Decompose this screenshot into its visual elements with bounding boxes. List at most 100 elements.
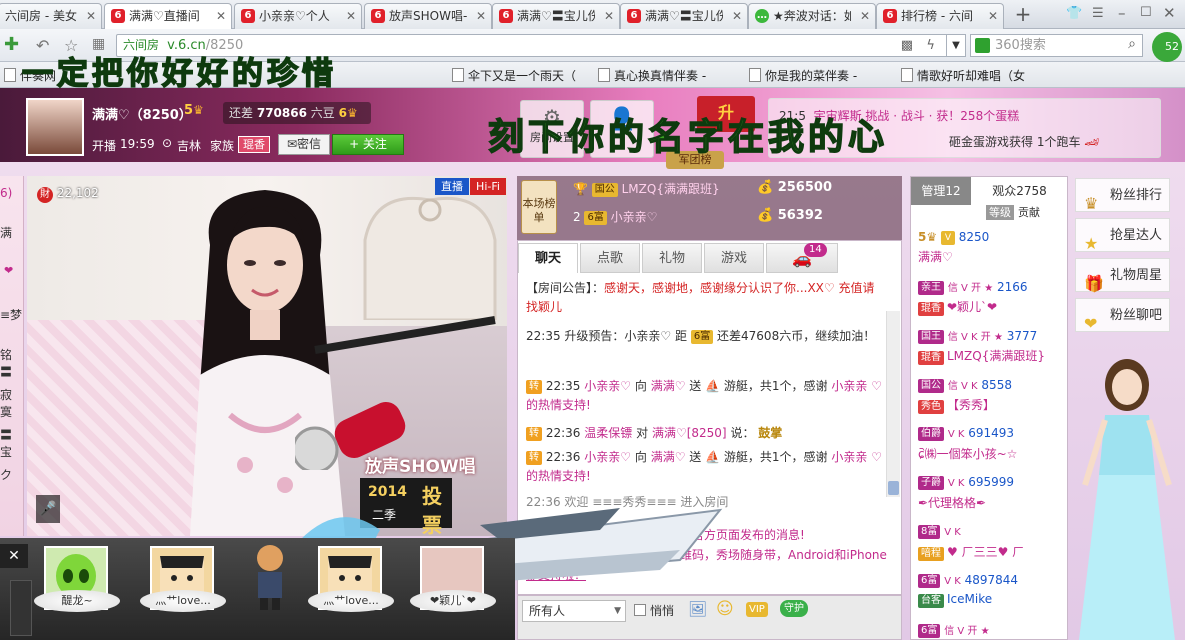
- emoji-icon[interactable]: ☺: [716, 599, 734, 619]
- left-item[interactable]: ≡梦: [0, 306, 22, 323]
- close-icon[interactable]: ✕: [732, 4, 742, 28]
- whisper-checkbox[interactable]: [634, 604, 646, 616]
- leaderboard-row[interactable]: 🏆 国公 LMZQ{满满跟班}: [573, 180, 720, 197]
- close-icon[interactable]: ✕: [86, 4, 96, 28]
- gift-weekly-star-button[interactable]: 🎁 礼物周星: [1075, 258, 1170, 293]
- viewer-row[interactable]: 伯爵 V K 691493: [918, 426, 1014, 441]
- viewer-name[interactable]: 喑程 ♥ ㄏ三三♥ ㄏ: [918, 543, 1024, 561]
- left-item[interactable]: ク: [0, 466, 12, 483]
- viewer-row[interactable]: 子爵 V K 695999: [918, 475, 1014, 490]
- gift-user-name[interactable]: 灬艹love...: [140, 590, 226, 612]
- close-icon[interactable]: ✕: [0, 544, 28, 568]
- viewer-row[interactable]: 亲王 信 V 开 ★ 2166: [918, 279, 1028, 295]
- gift-avatar-3[interactable]: [248, 542, 292, 612]
- forward-tag[interactable]: 转: [526, 451, 542, 465]
- left-item[interactable]: 满: [0, 224, 12, 241]
- image-icon[interactable]: 🖼: [688, 600, 707, 618]
- viewer-row[interactable]: 5♛ V 8250: [918, 230, 989, 245]
- tab-1[interactable]: 6 满满♡直播间 ✕: [104, 3, 232, 29]
- chat-user[interactable]: 小亲亲: [831, 450, 867, 464]
- viewer-name[interactable]: 秀色 【秀秀】: [918, 396, 995, 414]
- viewer-name[interactable]: 琨香 LMZQ{满满跟班}: [918, 347, 1045, 365]
- maximize-icon[interactable]: ☐: [1140, 5, 1152, 20]
- viewer-row[interactable]: 国公 信 V K 8558: [918, 377, 1012, 393]
- gift-user-name[interactable]: 灬艹love...: [308, 590, 394, 612]
- family-tag[interactable]: 琨香: [238, 136, 270, 153]
- qr-icon[interactable]: ▩: [901, 35, 913, 56]
- tab-3[interactable]: 6 放声SHOW唱-20 ✕: [364, 3, 492, 29]
- tab-6[interactable]: … ★奔波对话：如 ✕: [748, 3, 876, 29]
- viewer-name[interactable]: 琨香 ❤颖儿`❤: [918, 298, 997, 316]
- recipient-select[interactable]: 所有人 ▼: [522, 600, 626, 622]
- security-badge[interactable]: 52: [1152, 32, 1182, 62]
- tab-2[interactable]: 6 小亲亲♡个人 ✕: [234, 3, 362, 29]
- chat-scrollbar[interactable]: [886, 311, 900, 497]
- volume-slider[interactable]: [10, 580, 32, 636]
- chat-user[interactable]: 温柔保镖: [584, 426, 632, 440]
- scroll-thumb[interactable]: [888, 481, 899, 495]
- apps-icon[interactable]: ✚: [4, 34, 19, 55]
- tab-viewers[interactable]: 观众2758: [972, 177, 1067, 205]
- tab-7[interactable]: 6 排行榜 - 六间 ✕: [876, 3, 1004, 29]
- chat-user[interactable]: 小亲亲: [831, 379, 867, 393]
- search-input[interactable]: 360搜索 ⌕: [970, 34, 1143, 57]
- hifi-badge[interactable]: Hi-Fi: [470, 178, 506, 195]
- bookmark-item[interactable]: 伞下又是一个雨天（: [452, 67, 576, 84]
- search-icon[interactable]: ⌕: [1128, 34, 1136, 55]
- leaderboard-label[interactable]: 本场榜单: [521, 180, 557, 234]
- gift-user-name[interactable]: ❤颖儿`❤: [410, 590, 496, 612]
- viewer-name[interactable]: ɕ᷆㈱一個笨小孩~☆: [918, 445, 1017, 462]
- viewer-row[interactable]: 国王 信 V K 开 ★ 3777: [918, 328, 1037, 344]
- col-level[interactable]: 等级: [986, 205, 1014, 220]
- minimize-icon[interactable]: –: [1118, 4, 1126, 22]
- microphone-icon[interactable]: 🎤: [36, 495, 60, 523]
- left-item[interactable]: 〓宝: [0, 426, 23, 460]
- left-item[interactable]: ❤: [4, 264, 13, 277]
- gift-user-name[interactable]: 醍龙~: [34, 590, 120, 612]
- close-icon[interactable]: ✕: [216, 4, 226, 28]
- leaderboard-row[interactable]: 2 6富 小亲亲♡: [573, 208, 657, 225]
- viewer-row[interactable]: 8富 V K: [918, 524, 961, 539]
- left-item[interactable]: 铭〓: [0, 346, 23, 380]
- viewer-row[interactable]: 6富 V K 4897844: [918, 573, 1018, 588]
- fans-ranking-button[interactable]: ♛ 粉丝排行: [1075, 178, 1170, 213]
- close-icon[interactable]: ✕: [604, 4, 614, 28]
- viewer-row[interactable]: 6富 信 V 开 ★: [918, 622, 990, 638]
- close-icon[interactable]: ✕: [860, 4, 870, 28]
- host-avatar[interactable]: [26, 98, 84, 156]
- left-item[interactable]: 6): [0, 186, 12, 200]
- bookmark-item[interactable]: 你是我的菜伴奏 -: [749, 67, 857, 84]
- col-contrib[interactable]: 贡献: [1018, 205, 1040, 220]
- secret-message-button[interactable]: ✉密信: [278, 134, 330, 155]
- chat-user[interactable]: 满满♡: [651, 450, 686, 464]
- tab-5[interactable]: 6 满满♡〓宝儿伤 ✕: [620, 3, 748, 29]
- fans-chat-button[interactable]: ❤ 粉丝聊吧: [1075, 298, 1170, 333]
- tab-gifts[interactable]: 礼物: [642, 243, 702, 273]
- star-grabber-button[interactable]: ★ 抢星达人: [1075, 218, 1170, 253]
- close-icon[interactable]: ✕: [476, 4, 486, 28]
- left-item[interactable]: 寂寞: [0, 386, 23, 420]
- close-icon[interactable]: ✕: [988, 4, 998, 28]
- chevron-down-icon[interactable]: ▼: [946, 34, 966, 57]
- chat-user[interactable]: 满满♡: [651, 379, 686, 393]
- host-name[interactable]: 满满♡（8250）: [92, 104, 192, 123]
- forward-tag[interactable]: 转: [526, 427, 542, 441]
- tab-4[interactable]: 6 满满♡〓宝儿伤 ✕: [492, 3, 620, 29]
- follow-button[interactable]: + 关注: [332, 134, 404, 155]
- viewer-name[interactable]: ✒代理格格✒: [918, 494, 986, 511]
- bookmark-item[interactable]: 真心换真情伴奏 -: [598, 67, 706, 84]
- tab-chat[interactable]: 聊天: [518, 243, 578, 273]
- tab-0[interactable]: 六间房 - 美女 ✕: [0, 3, 102, 29]
- close-window-icon[interactable]: ✕: [1163, 4, 1176, 22]
- tab-games[interactable]: 游戏: [704, 243, 764, 273]
- guard-button[interactable]: 守护: [780, 600, 808, 617]
- bookmark-item[interactable]: 情歌好听却难唱（女: [901, 67, 1025, 84]
- tab-admins[interactable]: 管理12: [911, 177, 971, 205]
- chat-user[interactable]: 小亲亲♡: [584, 379, 631, 393]
- shirt-icon[interactable]: 👕: [1066, 6, 1082, 21]
- vip-button[interactable]: VIP: [746, 602, 768, 617]
- tab-car[interactable]: 🚗: [766, 243, 838, 273]
- lightning-icon[interactable]: ϟ: [926, 35, 935, 56]
- close-icon[interactable]: ✕: [346, 4, 356, 28]
- new-tab-button[interactable]: +: [1008, 2, 1038, 27]
